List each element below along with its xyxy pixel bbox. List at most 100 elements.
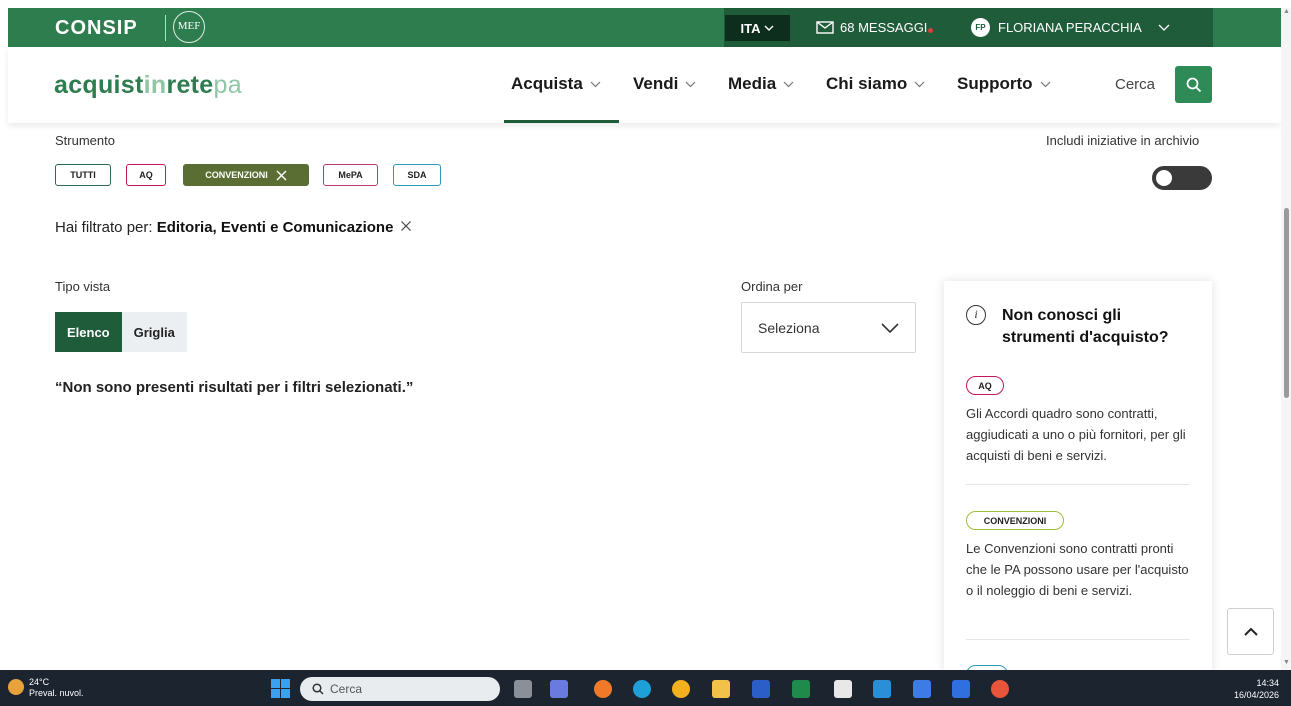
back-to-top-button[interactable] — [1227, 608, 1274, 655]
search-icon — [312, 683, 324, 695]
chip-tutti[interactable]: TUTTI — [55, 164, 111, 186]
avatar: FP — [971, 18, 990, 37]
weather-condition: Preval. nuvol. — [29, 688, 84, 698]
aq-description: Gli Accordi quadro sono contratti, aggiu… — [966, 406, 1186, 463]
file-explorer-icon[interactable] — [712, 680, 730, 698]
task-view-icon[interactable] — [514, 680, 532, 698]
chevron-down-icon — [764, 25, 774, 31]
nav-label: Vendi — [633, 74, 679, 93]
toggle-knob — [1156, 170, 1172, 186]
chrome-icon[interactable] — [672, 680, 690, 698]
user-menu[interactable]: FP FLORIANA PERACCHIA — [971, 8, 1170, 47]
chip-label: CONVENZIONI — [205, 170, 268, 180]
weather-icon — [8, 679, 24, 695]
active-nav-indicator — [504, 120, 619, 123]
nav-chi-siamo[interactable]: Chi siamo — [826, 74, 925, 94]
view-toggle: Elenco Griglia — [55, 312, 187, 352]
word-icon[interactable] — [752, 680, 770, 698]
mef-logo[interactable]: MEF — [173, 11, 205, 43]
chip-mepa[interactable]: MePA — [323, 164, 378, 186]
nav-supporto[interactable]: Supporto — [957, 74, 1051, 94]
nav-media[interactable]: Media — [728, 74, 794, 94]
chip-aq[interactable]: AQ — [126, 164, 166, 186]
calculator-icon[interactable] — [873, 680, 891, 698]
view-type-label: Tipo vista — [55, 279, 111, 294]
chip-sda[interactable]: SDA — [393, 164, 441, 186]
active-filter: Hai filtrato per: Editoria, Eventi e Com… — [55, 219, 412, 236]
clock-date: 16/04/2026 — [1233, 690, 1279, 700]
archive-label: Includi iniziative in archivio — [1046, 133, 1200, 148]
logo-part-3: rete — [166, 71, 214, 99]
chevron-down-icon — [590, 81, 601, 87]
nav-label: Chi siamo — [826, 74, 908, 93]
search-button[interactable] — [1175, 66, 1212, 103]
messages-count: 68 MESSAGGI — [840, 20, 928, 35]
convenzioni-badge: CONVENZIONI — [966, 511, 1064, 530]
close-icon[interactable] — [276, 170, 287, 181]
card-divider — [966, 639, 1190, 640]
view-list-button[interactable]: Elenco — [55, 312, 122, 352]
sort-label: Ordina per — [741, 279, 803, 294]
chevron-up-icon — [1243, 627, 1258, 636]
filter-prefix: Hai filtrato per: — [55, 219, 153, 236]
info-card: i Non conosci gli strumenti d'acquisto? … — [944, 281, 1212, 671]
empty-results-message: “Non sono presenti risultati per i filtr… — [55, 379, 414, 396]
chevron-down-icon — [881, 322, 899, 333]
sort-value: Seleziona — [758, 319, 820, 336]
nav-label: Media — [728, 74, 777, 93]
info-card-title: Non conosci gli strumenti d'acquisto? — [1002, 307, 1169, 346]
system-clock[interactable]: 14:34 16/04/2026 — [1234, 677, 1279, 701]
taskbar-search[interactable]: Cerca — [300, 677, 500, 701]
logo-part-1: acquist — [54, 71, 144, 99]
temperature: 24°C — [29, 677, 50, 687]
logo-part-4: pa — [213, 71, 242, 99]
chevron-down-icon — [1040, 81, 1050, 87]
messages-label: 68 MESSAGGI — [840, 20, 934, 35]
nav-label: Acquista — [511, 74, 583, 93]
chevron-down-icon — [1158, 24, 1170, 31]
user-name: FLORIANA PERACCHIA — [998, 20, 1142, 35]
language-selector[interactable]: ITA — [725, 15, 790, 41]
windows-start-icon[interactable] — [271, 679, 290, 698]
logo-part-2: in — [143, 71, 167, 99]
sort-select[interactable]: Seleziona — [741, 302, 916, 353]
scroll-down-arrow[interactable]: ▼ — [1283, 659, 1290, 666]
messages-link[interactable]: 68 MESSAGGI — [816, 8, 934, 47]
acquistinretepa-logo[interactable]: acquistinretepa — [54, 71, 242, 100]
language-label: ITA — [740, 20, 761, 36]
nav-acquista[interactable]: Acquista — [511, 74, 601, 94]
zoom-icon[interactable] — [913, 680, 931, 698]
view-grid-button[interactable]: Griglia — [121, 312, 187, 352]
chevron-down-icon — [914, 81, 925, 87]
editor-icon[interactable] — [952, 680, 970, 698]
search-label[interactable]: Cerca — [1115, 76, 1155, 93]
logo-divider — [165, 15, 166, 41]
notepad-icon[interactable] — [834, 680, 852, 698]
strumento-label: Strumento — [55, 133, 115, 148]
edge-icon[interactable] — [633, 680, 651, 698]
close-icon[interactable] — [400, 220, 412, 232]
excel-icon[interactable] — [792, 680, 810, 698]
main-header: acquistinretepa Acquista Vendi Media Chi… — [8, 47, 1281, 123]
envelope-icon — [816, 21, 834, 34]
taskbar-search-placeholder: Cerca — [330, 682, 363, 696]
card-divider — [966, 484, 1190, 485]
firefox-icon[interactable] — [594, 680, 612, 698]
info-icon: i — [966, 305, 986, 325]
search-icon — [1186, 77, 1201, 92]
chevron-down-icon — [783, 81, 794, 87]
top-bar: CONSIP MEF ITA 68 MESSAGGI FP FLORIANA P… — [8, 8, 1281, 47]
nav-vendi[interactable]: Vendi — [633, 74, 696, 94]
consip-logo[interactable]: CONSIP — [55, 17, 138, 40]
windows-taskbar: 24°C Preval. nuvol. Cerca 14:34 16/04/20… — [0, 670, 1291, 706]
nav-label: Supporto — [957, 74, 1033, 93]
aq-badge: AQ — [966, 376, 1004, 395]
archive-toggle[interactable] — [1152, 166, 1212, 190]
chrome-profile-icon[interactable] — [991, 680, 1009, 698]
chip-convenzioni[interactable]: CONVENZIONI — [183, 164, 309, 186]
teams-icon[interactable] — [550, 680, 568, 698]
scroll-up-arrow[interactable]: ▲ — [1283, 8, 1290, 15]
clock-time: 14:34 — [1256, 678, 1279, 688]
weather-widget[interactable]: 24°C Preval. nuvol. — [8, 677, 84, 699]
scrollbar-thumb[interactable] — [1284, 208, 1289, 398]
